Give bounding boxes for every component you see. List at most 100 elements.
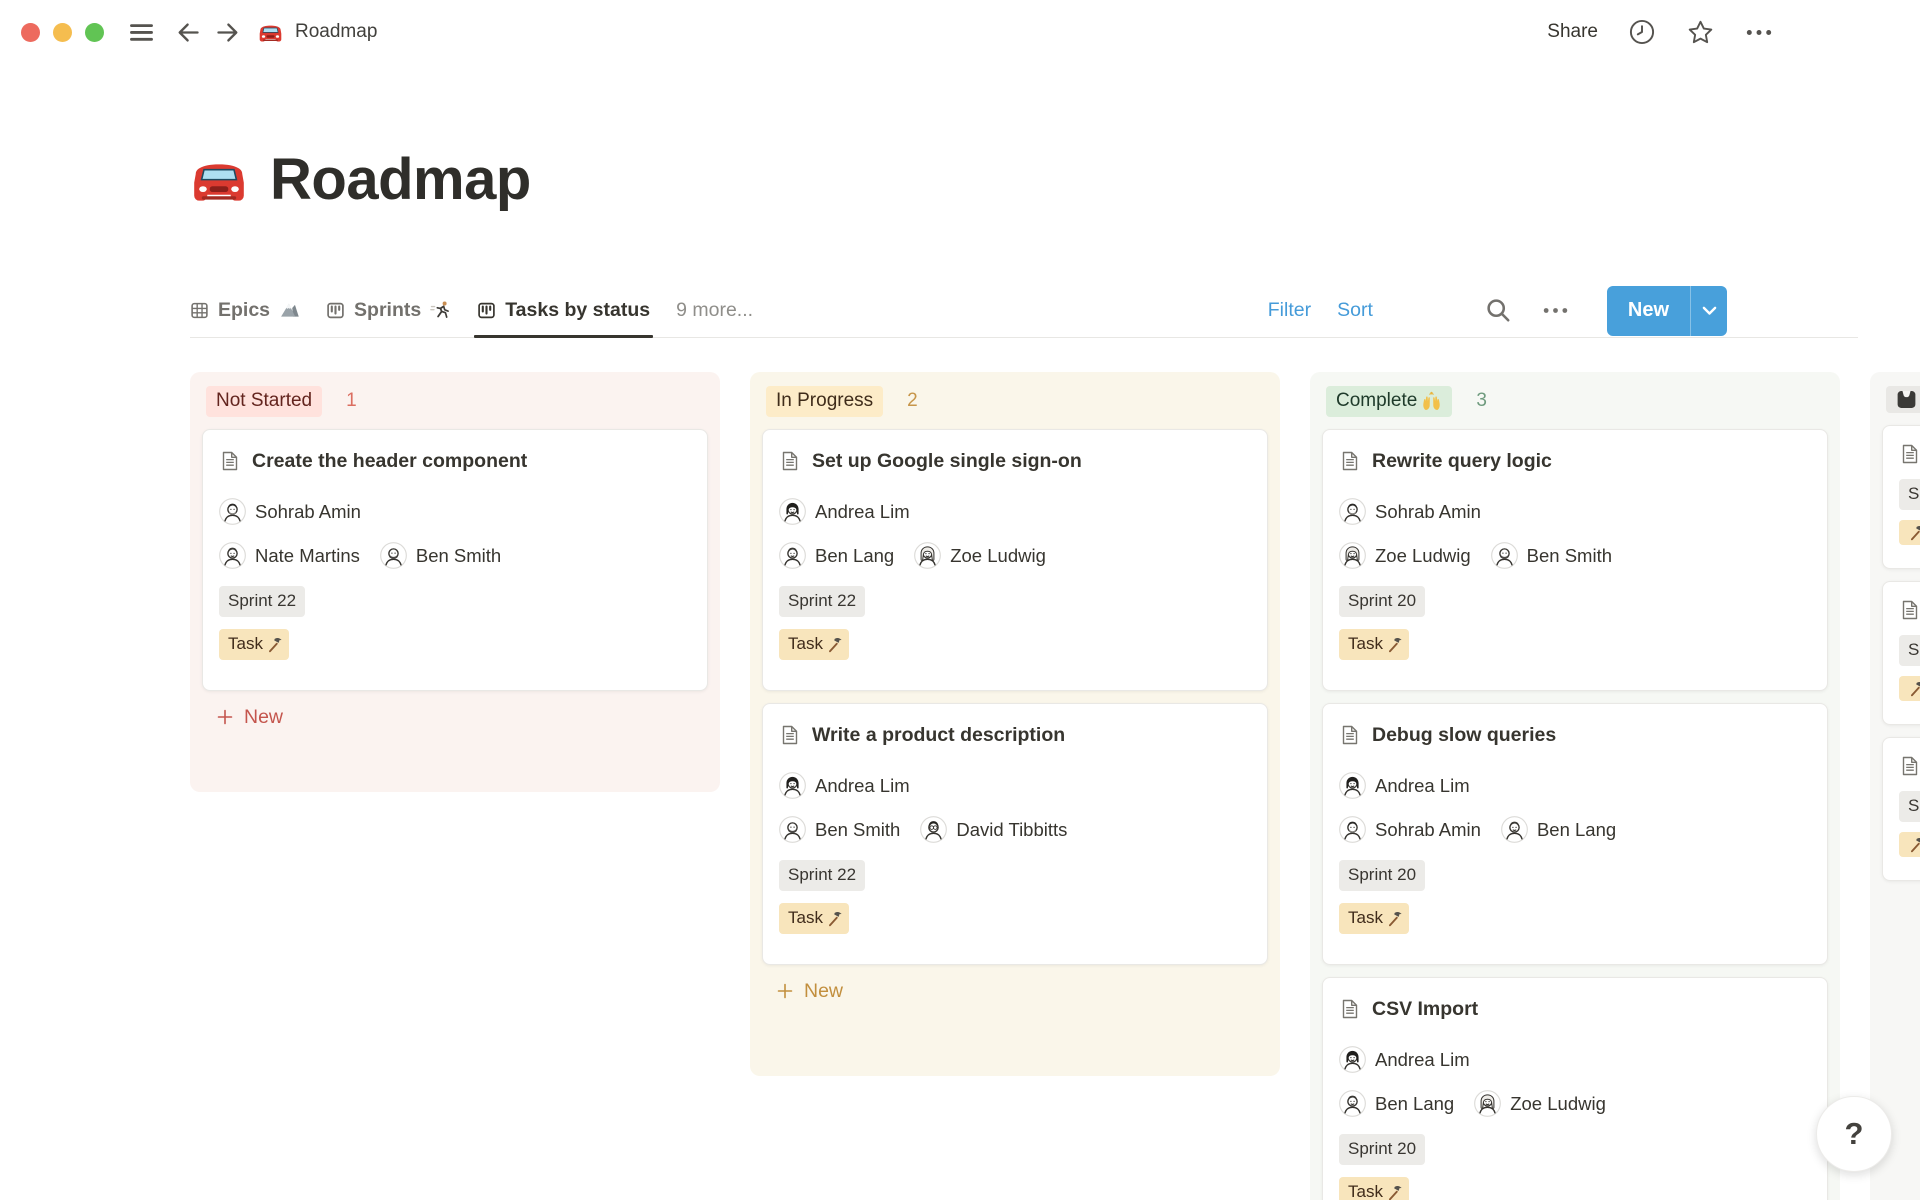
share-button[interactable]: Share [1547, 21, 1598, 43]
board-view-icon [477, 301, 496, 320]
hammer-icon [826, 910, 843, 927]
status-badge[interactable] [1886, 386, 1920, 413]
status-badge[interactable]: Not Started [206, 386, 322, 417]
avatar [1474, 1090, 1501, 1117]
new-dropdown-button[interactable] [1690, 286, 1727, 336]
assignee: Ben Smith [1491, 542, 1612, 569]
assignee: Zoe Ludwig [1474, 1090, 1606, 1117]
more-views-button[interactable]: 9 more... [676, 299, 753, 322]
board-view-icon [326, 301, 345, 320]
avatar [914, 542, 941, 569]
favorite-star-icon[interactable] [1686, 18, 1715, 47]
hammer-icon [1908, 680, 1920, 697]
avatar [380, 542, 407, 569]
avatar [779, 542, 806, 569]
breadcrumb-title: Roadmap [295, 21, 377, 43]
task-card[interactable]: S [1882, 737, 1920, 881]
page-icon [1339, 450, 1361, 472]
task-card[interactable]: Debug slow queries Andrea Lim Sohrab Ami… [1322, 703, 1828, 965]
avatar [1339, 498, 1366, 525]
task-type-tag [1899, 832, 1920, 857]
assignee: Ben Smith [380, 542, 501, 569]
add-card-button[interactable]: New [750, 965, 1280, 1021]
tab-epics[interactable]: Epics [190, 284, 300, 337]
task-card[interactable]: Write a product description Andrea Lim B… [762, 703, 1268, 965]
car-emoji-icon[interactable] [188, 149, 250, 211]
minimize-window-button[interactable] [53, 23, 72, 42]
sprint-tag: Sprint 20 [1339, 1134, 1425, 1165]
plus-icon [777, 983, 793, 999]
breadcrumb[interactable]: Roadmap [257, 19, 377, 46]
traffic-lights [21, 23, 104, 42]
new-button-label[interactable]: New [1607, 286, 1690, 336]
task-card[interactable]: CSV Import Andrea Lim Ben Lang Zoe [1322, 977, 1828, 1200]
task-type-tag: Task [219, 629, 289, 660]
assignee: Nate Martins [219, 542, 360, 569]
sprint-tag: S [1899, 791, 1920, 822]
column-header: Not Started 1 [190, 372, 720, 429]
card-title: Debug slow queries [1372, 722, 1556, 748]
assignee: Ben Lang [1339, 1090, 1454, 1117]
avatar [1339, 816, 1366, 843]
avatar [1339, 772, 1366, 799]
avatar [779, 498, 806, 525]
task-card[interactable]: Set up Google single sign-on Andrea Lim … [762, 429, 1268, 691]
view-tabbar: Epics Sprints Tasks by status 9 more... … [190, 284, 1858, 338]
tab-sprints[interactable]: Sprints [326, 284, 451, 337]
notion-window: Roadmap Share Roadmap Epics Sprints [0, 0, 1920, 1200]
page-icon [779, 450, 801, 472]
assignee: David Tibbitts [920, 816, 1067, 843]
sprint-tag: Sprint 20 [1339, 586, 1425, 617]
close-window-button[interactable] [21, 23, 40, 42]
assignee: Andrea Lim [779, 498, 910, 525]
zoom-window-button[interactable] [85, 23, 104, 42]
page-icon [1899, 599, 1920, 621]
mountain-emoji-icon [279, 300, 300, 321]
page-icon [219, 450, 241, 472]
sprint-tag: S [1899, 479, 1920, 510]
assignee: Andrea Lim [779, 772, 910, 799]
sort-button[interactable]: Sort [1337, 299, 1373, 322]
updates-clock-icon[interactable] [1628, 18, 1656, 46]
task-card[interactable]: S [1882, 425, 1920, 569]
task-card[interactable]: Rewrite query logic Sohrab Amin Zoe Ludw… [1322, 429, 1828, 691]
tab-tasks-by-status[interactable]: Tasks by status [477, 284, 650, 337]
raised-hands-icon [1421, 391, 1442, 412]
sprint-tag: Sprint 22 [779, 586, 865, 617]
new-button[interactable]: New [1607, 286, 1727, 336]
more-options-icon[interactable] [1745, 28, 1773, 37]
inbox-tray-icon [1896, 389, 1917, 410]
sprint-tag: Sprint 22 [219, 586, 305, 617]
search-icon[interactable] [1485, 297, 1512, 324]
task-card[interactable]: Create the header component Sohrab Amin … [202, 429, 708, 691]
filter-button[interactable]: Filter [1268, 299, 1311, 322]
assignee: Sohrab Amin [1339, 816, 1481, 843]
forward-icon[interactable] [214, 19, 241, 46]
card-title: Write a product description [812, 722, 1065, 748]
view-options-icon[interactable] [1542, 306, 1569, 315]
assignee: Sohrab Amin [219, 498, 361, 525]
page-icon [1339, 998, 1361, 1020]
task-type-tag: Task [779, 629, 849, 660]
runner-emoji-icon [430, 300, 451, 321]
assignee: Ben Lang [1501, 816, 1616, 843]
column-count: 1 [346, 390, 357, 412]
page-title-text[interactable]: Roadmap [270, 146, 531, 213]
column-header: Complete 3 [1310, 372, 1840, 429]
help-button[interactable]: ? [1816, 1096, 1892, 1172]
card-title: Set up Google single sign-on [812, 448, 1082, 474]
status-badge[interactable]: In Progress [766, 386, 883, 417]
add-card-button[interactable]: New [190, 691, 720, 747]
avatar [920, 816, 947, 843]
avatar [219, 542, 246, 569]
task-card[interactable]: S [1882, 581, 1920, 725]
status-badge[interactable]: Complete [1326, 386, 1452, 417]
sidebar-menu-icon[interactable] [128, 19, 155, 46]
page-icon [1899, 443, 1920, 465]
back-icon[interactable] [175, 19, 202, 46]
column-header [1870, 372, 1920, 425]
task-type-tag: Task [779, 903, 849, 934]
board-column-in-progress: In Progress 2 Set up Google single sign-… [750, 372, 1280, 1076]
column-count: 2 [907, 390, 918, 412]
page-icon [1899, 755, 1920, 777]
